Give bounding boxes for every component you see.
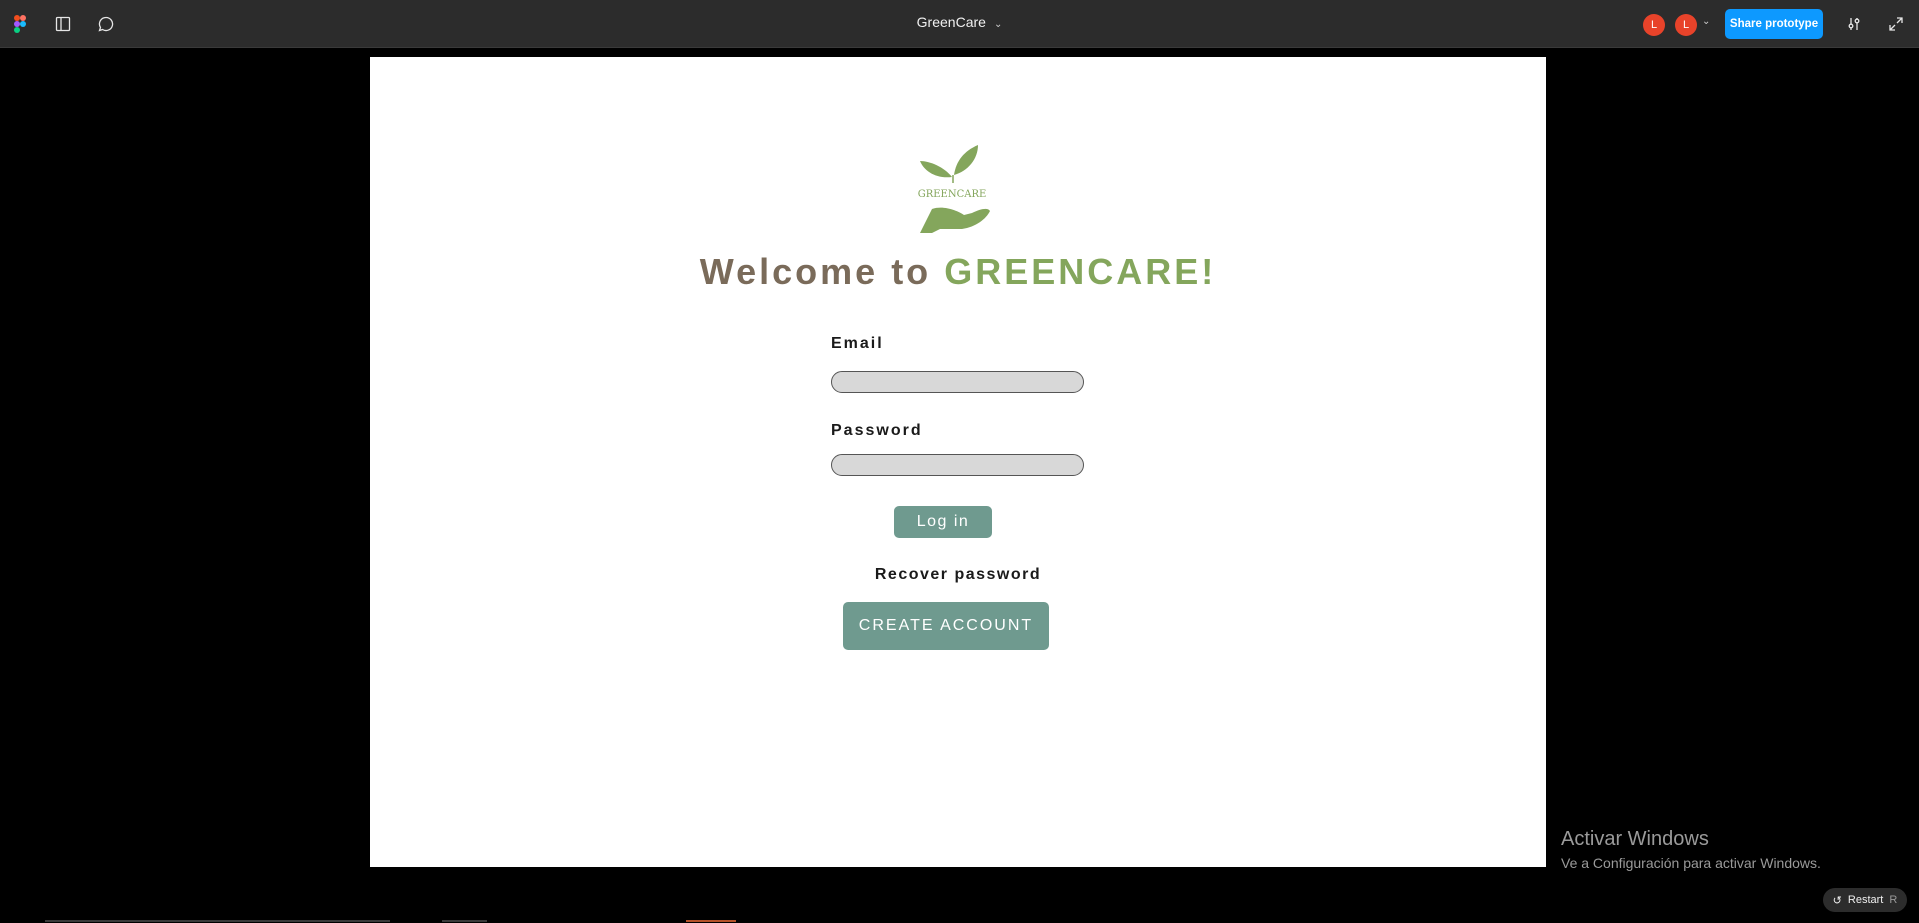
login-button[interactable]: Log in (894, 506, 992, 538)
restart-shortcut: R (1889, 894, 1898, 906)
welcome-brand: GREENCARE! (944, 251, 1217, 292)
restart-icon: ↺ (1832, 894, 1842, 907)
chevron-down-icon: ⌄ (993, 19, 1003, 30)
top-toolbar: GreenCare ⌄ L L ⌄ Share prototype (0, 0, 1919, 48)
welcome-heading: Welcome to GREENCARE! (370, 251, 1546, 293)
password-field[interactable] (831, 454, 1084, 476)
restart-button[interactable]: ↺ Restart R (1823, 888, 1907, 912)
strip-segment (442, 920, 487, 922)
recover-password-link[interactable]: Recover password (370, 566, 1546, 584)
password-label: Password (831, 422, 923, 439)
avatar[interactable]: L (1675, 14, 1697, 36)
document-title: GreenCare (916, 14, 986, 30)
avatars-chevron-icon[interactable]: ⌄ (1702, 16, 1710, 27)
expand-icon[interactable] (1884, 12, 1908, 36)
activation-title: Activar Windows (1561, 828, 1709, 850)
restart-label: Restart (1847, 894, 1884, 906)
greencare-logo: GREENCARE (902, 137, 1002, 237)
email-field[interactable] (831, 371, 1084, 393)
prototype-frame: GREENCARE Welcome to GREENCARE! Email Pa… (370, 57, 1546, 867)
activation-subtitle: Ve a Configuración para activar Windows. (1561, 855, 1821, 871)
strip-segment (45, 920, 390, 922)
document-title-menu[interactable]: GreenCare ⌄ (0, 14, 1919, 30)
strip-segment (686, 920, 736, 922)
bottom-progress-strip (45, 918, 775, 923)
logo-wordmark: GREENCARE (918, 189, 987, 200)
create-account-button[interactable]: CREATE ACCOUNT (843, 602, 1049, 650)
share-prototype-button[interactable]: Share prototype (1725, 9, 1823, 39)
settings-sliders-icon[interactable] (1842, 12, 1866, 36)
welcome-prefix: Welcome to (699, 251, 945, 292)
email-label: Email (831, 335, 884, 352)
windows-activation-watermark: Activar Windows Ve a Configuración para … (1561, 828, 1821, 871)
avatar[interactable]: L (1643, 14, 1665, 36)
